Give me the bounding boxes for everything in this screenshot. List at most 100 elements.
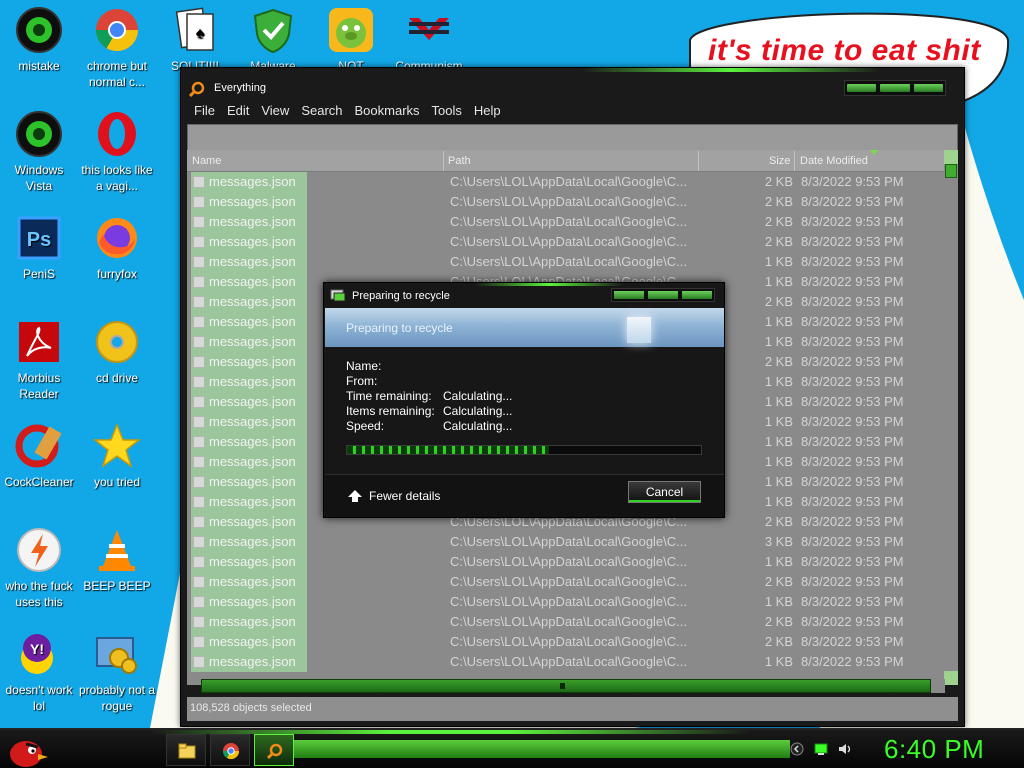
desktop-icon-opera[interactable]: this looks like a vagi...: [78, 110, 156, 194]
scroll-down-button[interactable]: [944, 671, 958, 685]
desktop-icon-furryfox[interactable]: furryfox: [78, 214, 156, 282]
file-path: C:\Users\LOL\AppData\Local\Google\C...: [450, 594, 688, 609]
column-divider[interactable]: [794, 151, 795, 171]
table-row[interactable]: messages.json C:\Users\LOL\AppData\Local\…: [187, 612, 958, 632]
banner-text: Preparing to recycle: [346, 321, 453, 335]
desktop-icon-you-tried[interactable]: you tried: [78, 422, 156, 490]
file-name-cell: messages.json: [191, 392, 307, 412]
table-row[interactable]: messages.json C:\Users\LOL\AppData\Local\…: [187, 632, 958, 652]
file-icon: [193, 576, 205, 588]
angry-bird-start-icon[interactable]: [4, 730, 52, 768]
file-date: 8/3/2022 9:53 PM: [801, 494, 904, 509]
desktop-icon-mistake[interactable]: mistake: [0, 6, 78, 74]
column-header-name[interactable]: Name: [192, 155, 221, 167]
menu-edit[interactable]: Edit: [221, 100, 255, 122]
table-row[interactable]: messages.json C:\Users\LOL\AppData\Local\…: [187, 532, 958, 552]
file-icon: [193, 636, 205, 648]
network-icon[interactable]: [814, 742, 828, 756]
window-controls[interactable]: [844, 80, 946, 96]
scroll-up-button[interactable]: [944, 150, 958, 164]
desktop-icon-label: doesn't work lol: [5, 683, 73, 713]
desktop-icon-solitaire[interactable]: ♠ SOLITI!!!: [156, 6, 234, 74]
desktop-icon-morbius-reader[interactable]: Morbius Reader: [0, 318, 78, 402]
desktop-icon-communism[interactable]: Communism: [390, 6, 468, 74]
title-bar[interactable]: Everything: [181, 74, 964, 102]
table-row[interactable]: messages.json C:\Users\LOL\AppData\Local\…: [187, 652, 958, 672]
clock[interactable]: 6:40 PM: [884, 734, 984, 765]
vertical-scrollbar[interactable]: [944, 150, 958, 685]
table-row[interactable]: messages.json C:\Users\LOL\AppData\Local\…: [187, 252, 958, 272]
desktop-icon-not[interactable]: NOT: [312, 6, 390, 74]
menu-help[interactable]: Help: [468, 100, 507, 122]
table-row[interactable]: messages.json C:\Users\LOL\AppData\Local\…: [187, 172, 958, 192]
table-row[interactable]: messages.json C:\Users\LOL\AppData\Local\…: [187, 592, 958, 612]
table-row[interactable]: messages.json C:\Users\LOL\AppData\Local\…: [187, 552, 958, 572]
menu-bookmarks[interactable]: Bookmarks: [349, 100, 426, 122]
scroll-thumb[interactable]: [945, 164, 957, 178]
dialog-title: Preparing to recycle: [352, 290, 450, 302]
column-header-date[interactable]: Date Modified: [800, 155, 868, 167]
dialog-window-controls[interactable]: [611, 288, 715, 302]
desktop-icon-label: CockCleaner: [4, 475, 74, 489]
menu-search[interactable]: Search: [295, 100, 348, 122]
file-size: 2 KB: [764, 194, 793, 209]
desktop-icon-penis[interactable]: Ps PeniS: [0, 214, 78, 282]
taskbar-button-everything[interactable]: [254, 734, 294, 766]
horizontal-scrollbar[interactable]: [201, 679, 931, 693]
file-size: 2 KB: [764, 634, 793, 649]
desktop-icon-chrome[interactable]: chrome but normal c...: [78, 6, 156, 90]
desktop-icon-cockcleaner[interactable]: CockCleaner: [0, 422, 78, 490]
file-date: 8/3/2022 9:53 PM: [801, 254, 904, 269]
column-header-size[interactable]: Size: [769, 155, 790, 167]
cancel-button[interactable]: Cancel: [628, 481, 701, 503]
table-row[interactable]: messages.json C:\Users\LOL\AppData\Local\…: [187, 192, 958, 212]
file-name: messages.json: [209, 514, 296, 529]
progress-bar: [346, 445, 702, 455]
chevron-icon[interactable]: [790, 742, 804, 756]
dialog-minimize-button[interactable]: [614, 291, 644, 299]
file-path: C:\Users\LOL\AppData\Local\Google\C...: [450, 634, 688, 649]
column-header-path[interactable]: Path: [448, 155, 471, 167]
table-row[interactable]: messages.json C:\Users\LOL\AppData\Local\…: [187, 212, 958, 232]
column-divider[interactable]: [443, 151, 444, 171]
desktop-icon-probably-not-a-rogue[interactable]: probably not a rogue: [78, 630, 156, 714]
taskbar-button-chrome[interactable]: [210, 734, 250, 766]
recycle-progress-icon: [330, 289, 346, 302]
file-name: messages.json: [209, 654, 296, 669]
star-icon: [93, 422, 141, 468]
file-path: C:\Users\LOL\AppData\Local\Google\C...: [450, 194, 688, 209]
file-path: C:\Users\LOL\AppData\Local\Google\C...: [450, 534, 688, 549]
desktop-icon-malware[interactable]: Malware: [234, 6, 312, 74]
file-size: 1 KB: [764, 494, 793, 509]
file-icon: [193, 276, 205, 288]
close-button[interactable]: [913, 84, 943, 92]
dialog-maximize-button[interactable]: [648, 291, 678, 299]
desktop-icon-windows-vista[interactable]: Windows Vista: [0, 110, 78, 194]
file-name: messages.json: [209, 374, 296, 389]
gears-icon: [96, 637, 137, 674]
desktop-icon-beep-beep[interactable]: BEEP BEEP: [78, 526, 156, 594]
table-row[interactable]: messages.json C:\Users\LOL\AppData\Local\…: [187, 572, 958, 592]
menu-file[interactable]: File: [188, 100, 221, 122]
minimize-button[interactable]: [847, 84, 877, 92]
recycle-dialog[interactable]: Preparing to recycle Preparing to recycl…: [323, 282, 725, 518]
detail-key: Items remaining:: [346, 404, 435, 418]
dialog-close-button[interactable]: [682, 291, 712, 299]
desktop-icon-cd-drive[interactable]: cd drive: [78, 318, 156, 386]
taskbar-button-explorer[interactable]: [166, 734, 206, 766]
file-icon: [193, 656, 205, 668]
maximize-button[interactable]: [880, 84, 910, 92]
scroll-grip[interactable]: [560, 683, 565, 689]
menu-view[interactable]: View: [255, 100, 295, 122]
desktop-icon-who-uses-this[interactable]: who the fuck uses this: [0, 526, 78, 610]
fewer-details-toggle[interactable]: Fewer details: [347, 489, 440, 503]
search-input[interactable]: [188, 125, 957, 153]
desktop-icon-doesnt-work[interactable]: Y! doesn't work lol: [0, 630, 78, 714]
volume-icon[interactable]: [838, 742, 852, 756]
menu-tools[interactable]: Tools: [426, 100, 468, 122]
desktop-icon-label: probably not a rogue: [78, 683, 156, 713]
file-icon: [193, 556, 205, 568]
table-row[interactable]: messages.json C:\Users\LOL\AppData\Local\…: [187, 232, 958, 252]
file-name-cell: messages.json: [191, 432, 307, 452]
column-divider[interactable]: [698, 151, 699, 171]
